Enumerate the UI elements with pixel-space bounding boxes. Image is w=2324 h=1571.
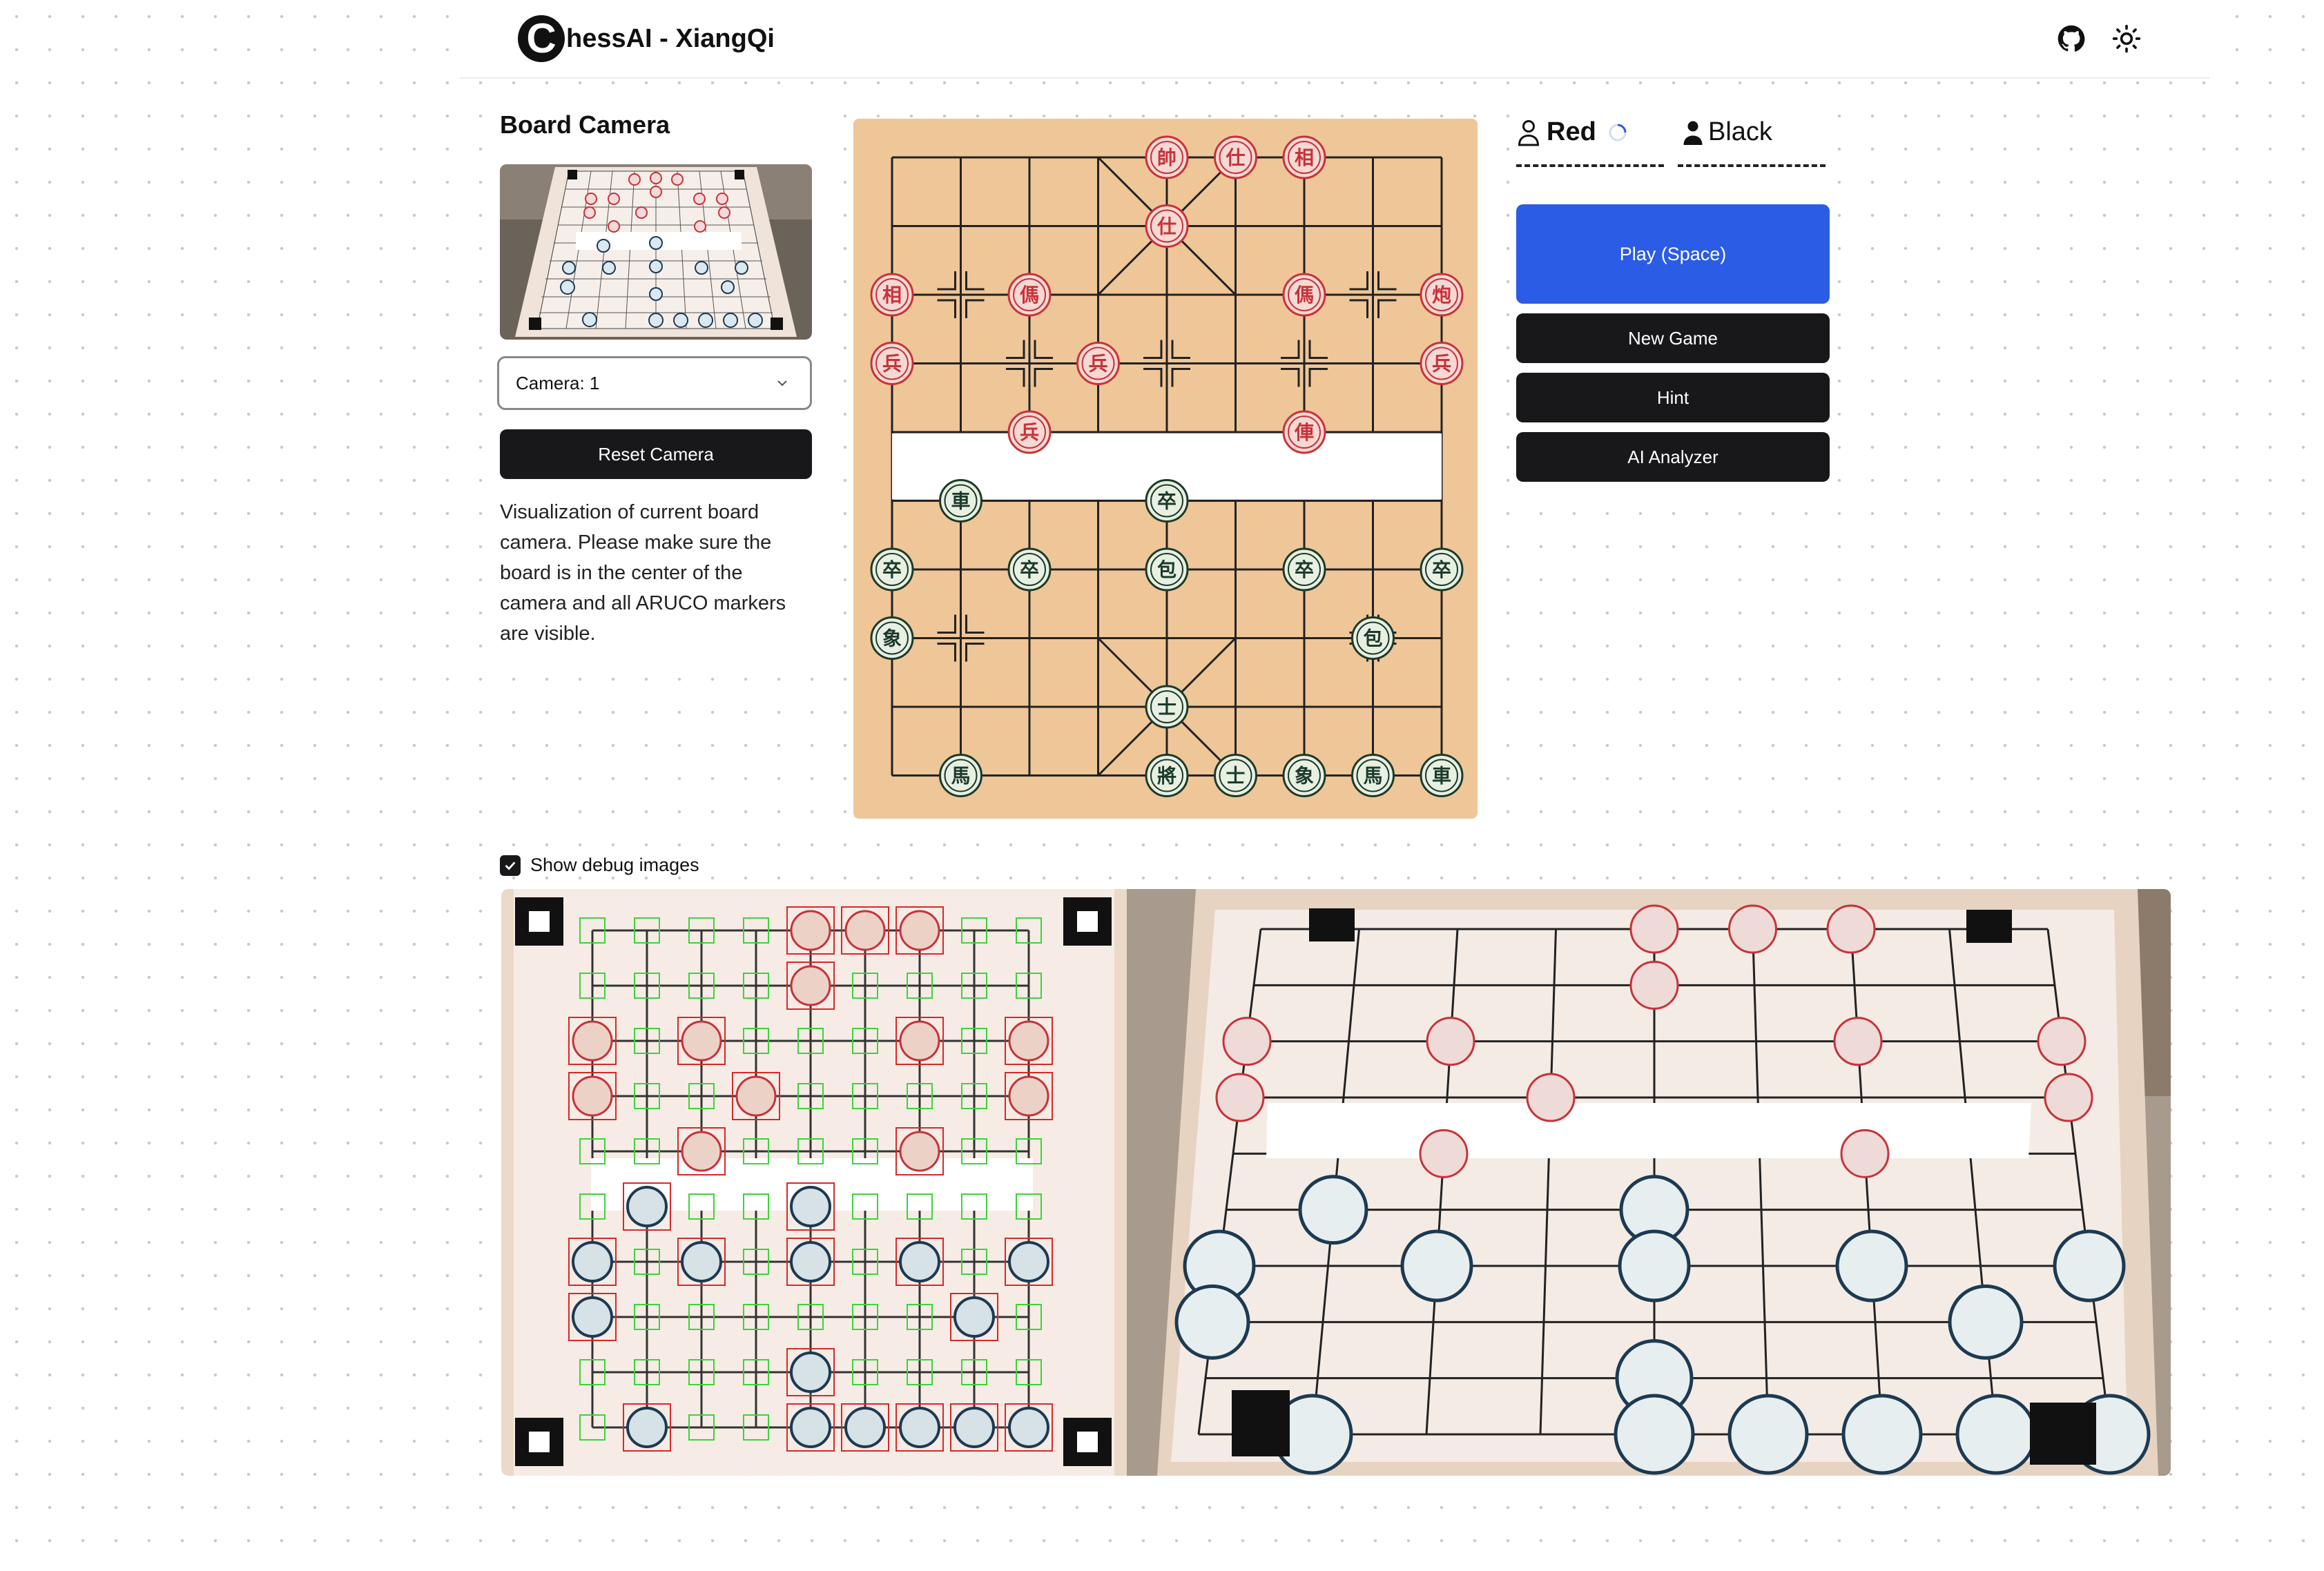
piece-label: 卒 [1020,558,1039,581]
black-piece[interactable]: 士 [1214,754,1257,797]
hint-button[interactable]: Hint [1516,373,1830,422]
red-piece[interactable]: 兵 [870,342,914,385]
piece-label: 車 [951,490,970,513]
debug-images-canvas [501,889,2171,1476]
red-piece[interactable]: 傌 [1007,273,1052,317]
black-piece[interactable]: 卒 [1282,547,1326,592]
piece-label: 馬 [951,765,970,788]
ai-analyzer-button[interactable]: AI Analyzer [1516,432,1830,482]
black-piece[interactable]: 卒 [1007,547,1052,592]
red-piece[interactable]: 帥 [1145,135,1189,179]
app-title: hessAI - XiangQi [566,23,775,53]
new-game-button[interactable]: New Game [1516,313,1830,363]
piece-label: 仕 [1156,215,1176,238]
sun-icon[interactable] [2111,23,2142,54]
reset-camera-button[interactable]: Reset Camera [500,429,812,479]
black-piece[interactable]: 包 [1145,547,1189,592]
piece-label: 包 [1157,558,1176,581]
piece-label: 兵 [1088,353,1107,375]
piece-label: 象 [882,627,902,650]
app-header: C hessAI - XiangQi [460,0,2209,79]
user-filled-icon [1683,121,1703,145]
black-piece[interactable]: 象 [870,616,914,660]
player-red-underline [1516,164,1664,167]
black-piece[interactable]: 卒 [870,547,914,592]
piece-label: 將 [1157,765,1176,788]
chevron-down-icon [777,380,787,387]
black-piece[interactable]: 士 [1145,685,1189,729]
red-piece[interactable]: 兵 [1076,342,1120,385]
debug-checkbox-label: Show debug images [530,855,699,875]
black-piece[interactable]: 包 [1351,616,1395,660]
red-piece[interactable]: 仕 [1145,204,1189,248]
player-black-label: Black [1708,117,1772,146]
piece-label: 傌 [1020,284,1039,306]
red-piece[interactable]: 兵 [1420,342,1464,385]
black-piece[interactable]: 馬 [1351,754,1395,797]
game-controls: Red Black Play (Space) New Game Hint AI … [1516,110,1832,497]
board-canvas[interactable]: 帥仕相仕相傌傌炮兵兵兵兵 俥車 卒卒卒包卒卒象 包士馬將士象馬車 [853,119,1478,819]
piece-label: 帥 [1157,146,1176,169]
red-piece[interactable]: 傌 [1282,273,1326,317]
camera-panel-title: Board Camera [500,110,670,139]
check-icon [505,861,516,870]
piece-label: 卒 [1295,558,1314,581]
black-piece[interactable]: 馬 [939,754,982,797]
app-logo[interactable]: C hessAI - XiangQi [518,15,775,62]
piece-label: 象 [1295,765,1314,788]
camera-panel: Board Camera Camera: 1 Reset Camera Visu… [497,110,815,676]
piece-label: 兵 [1020,421,1039,444]
black-piece[interactable]: 卒 [1420,547,1464,592]
play-button[interactable]: Play (Space) [1516,204,1830,304]
piece-label: 兵 [882,353,902,375]
piece-label: 卒 [1157,490,1176,513]
piece-label: 兵 [1432,353,1451,375]
debug-toggle[interactable]: Show debug images [500,855,699,876]
red-piece[interactable]: 俥 [1282,410,1326,454]
black-piece[interactable]: 卒 [1145,479,1189,523]
xiangqi-board[interactable]: 帥仕相仕相傌傌炮兵兵兵兵俥車卒卒卒包卒卒象包士馬將士象馬車 [853,119,1478,819]
piece-label: 包 [1363,627,1382,650]
camera-description: Visualization of current board camera. P… [500,501,786,645]
red-piece[interactable]: 相 [870,273,914,317]
red-piece[interactable]: 仕 [1214,135,1257,179]
camera-preview-image [500,164,812,340]
warped-board-debug-image [501,889,1127,1476]
piece-label: 車 [1432,765,1451,788]
red-piece[interactable]: 兵 [1007,410,1052,454]
red-piece[interactable]: 炮 [1420,273,1464,317]
piece-label: 傌 [1295,284,1314,306]
player-black-underline [1678,164,1826,167]
debug-checkbox[interactable] [500,855,521,876]
github-icon[interactable] [2056,23,2086,54]
player-black: Black [1681,117,1772,147]
user-outline-icon [1518,119,1540,146]
raw-camera-debug-image [1127,889,2171,1476]
black-piece[interactable]: 車 [1420,754,1464,797]
piece-label: 仕 [1225,146,1245,169]
logo-mark: C [518,15,565,62]
piece-label: 俥 [1294,421,1314,444]
board-grid [891,156,1443,777]
black-piece[interactable]: 車 [939,479,982,523]
player-red: Red [1516,117,1629,147]
camera-select-value: Camera: 1 [516,372,600,393]
piece-label: 卒 [882,558,902,581]
loading-spinner-icon [1609,124,1627,141]
black-piece[interactable]: 將 [1145,754,1189,797]
red-piece[interactable]: 相 [1282,135,1326,179]
debug-images [501,889,2171,1476]
piece-label: 馬 [1363,765,1382,788]
piece-label: 卒 [1432,558,1451,581]
piece-label: 相 [882,284,902,306]
black-piece[interactable]: 象 [1282,754,1326,797]
piece-label: 相 [1295,146,1314,169]
camera-select[interactable]: Camera: 1 [497,356,812,410]
piece-label: 士 [1157,696,1176,719]
piece-label: 士 [1226,765,1245,788]
player-red-label: Red [1547,117,1596,146]
piece-label: 炮 [1432,284,1451,306]
